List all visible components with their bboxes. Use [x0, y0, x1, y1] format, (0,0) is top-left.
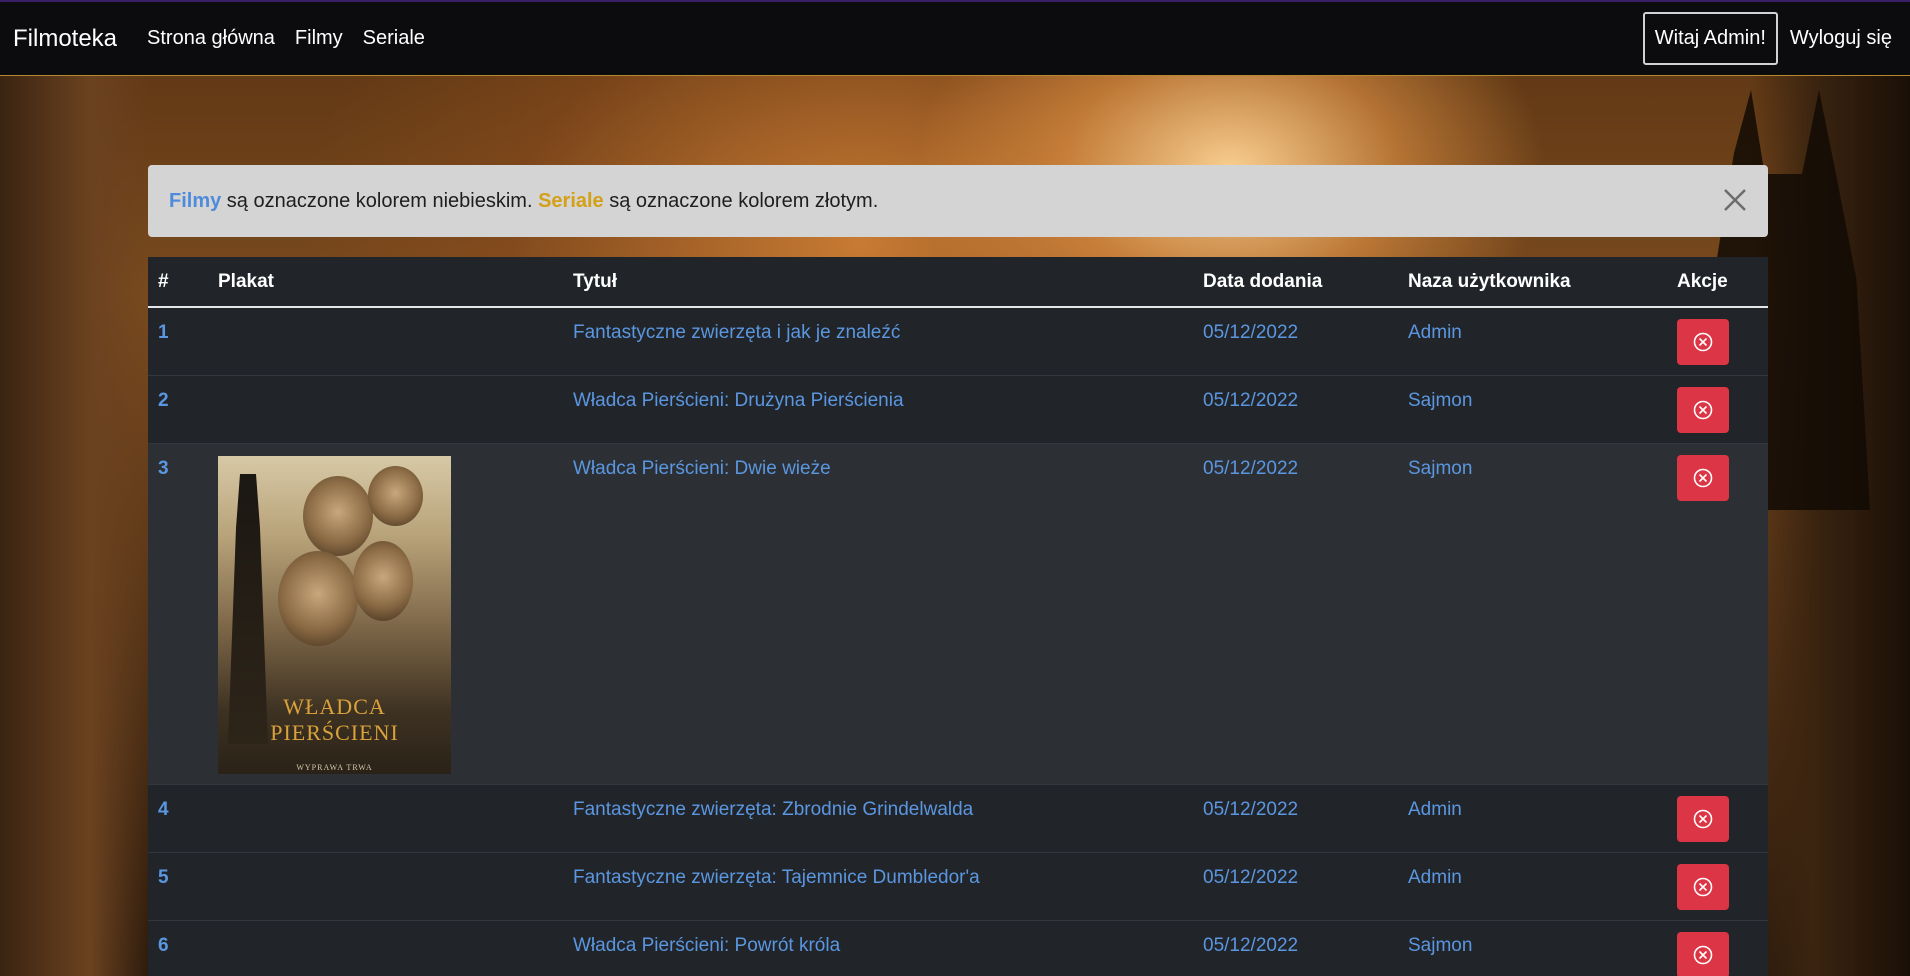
poster-figure	[368, 466, 423, 526]
table-row: 6 Władca Pierścieni: Powrót króla 05/12/…	[148, 920, 1768, 976]
nav-links: Strona główna Filmy Seriale	[147, 27, 425, 50]
header-title: Tytuł	[563, 257, 1193, 308]
alert-films-word: Filmy	[169, 189, 222, 212]
row-poster-empty	[208, 784, 563, 853]
nav-link-films[interactable]: Filmy	[295, 27, 343, 50]
row-user: Sajmon	[1398, 375, 1667, 444]
background-left-shade	[0, 76, 150, 976]
delete-button[interactable]	[1677, 455, 1729, 501]
row-user: Admin	[1398, 852, 1667, 921]
row-date: 05/12/2022	[1193, 784, 1398, 853]
delete-button[interactable]	[1677, 319, 1729, 365]
row-user: Sajmon	[1398, 443, 1667, 785]
row-actions	[1667, 443, 1768, 785]
alert-message: Filmy są oznaczone kolorem niebieskim. S…	[169, 190, 878, 213]
poster-figure	[353, 541, 413, 621]
table-row: 2 Władca Pierścieni: Drużyna Pierścienia…	[148, 375, 1768, 444]
titles-table: # Plakat Tytuł Data dodania Naza użytkow…	[148, 257, 1768, 976]
poster-figure	[278, 551, 358, 646]
table-row: 1 Fantastyczne zwierzęta i jak je znaleź…	[148, 306, 1768, 376]
delete-button[interactable]	[1677, 932, 1729, 976]
row-title-link[interactable]: Fantastyczne zwierzęta: Tajemnice Dumble…	[563, 852, 1193, 921]
header-poster: Plakat	[208, 257, 563, 308]
row-poster-empty	[208, 306, 563, 376]
header-number: #	[148, 257, 208, 308]
row-date: 05/12/2022	[1193, 375, 1398, 444]
row-title-link[interactable]: Fantastyczne zwierzęta i jak je znaleźć	[563, 306, 1193, 376]
x-circle-icon	[1693, 877, 1713, 897]
row-date: 05/12/2022	[1193, 443, 1398, 785]
row-poster-empty	[208, 920, 563, 976]
close-icon[interactable]	[1720, 185, 1750, 215]
row-number: 2	[148, 375, 208, 444]
row-number: 1	[148, 306, 208, 376]
delete-button[interactable]	[1677, 796, 1729, 842]
row-date: 05/12/2022	[1193, 852, 1398, 921]
header-actions: Akcje	[1667, 257, 1768, 308]
table-row: 4 Fantastyczne zwierzęta: Zbrodnie Grind…	[148, 784, 1768, 853]
row-actions	[1667, 852, 1768, 921]
header-user: Naza użytkownika	[1398, 257, 1667, 308]
brand-link[interactable]: Filmoteka	[13, 25, 117, 53]
poster-title-text: WŁADCA PIERŚCIENI	[270, 694, 399, 745]
info-alert: Filmy są oznaczone kolorem niebieskim. S…	[148, 165, 1768, 237]
nav-link-home[interactable]: Strona główna	[147, 27, 275, 50]
row-title-link[interactable]: Władca Pierścieni: Powrót króla	[563, 920, 1193, 976]
row-actions	[1667, 920, 1768, 976]
row-poster-empty	[208, 375, 563, 444]
row-number: 4	[148, 784, 208, 853]
welcome-badge[interactable]: Witaj Admin!	[1642, 12, 1778, 65]
table-row: 5 Fantastyczne zwierzęta: Tajemnice Dumb…	[148, 852, 1768, 921]
row-actions	[1667, 375, 1768, 444]
x-circle-icon	[1693, 468, 1713, 488]
row-date: 05/12/2022	[1193, 306, 1398, 376]
alert-series-word: Seriale	[538, 189, 604, 212]
alert-series-text: są oznaczone kolorem złotym.	[603, 189, 879, 212]
row-title-link[interactable]: Władca Pierścieni: Dwie wieże	[563, 443, 1193, 785]
row-user: Sajmon	[1398, 920, 1667, 976]
x-circle-icon	[1693, 332, 1713, 352]
row-actions	[1667, 784, 1768, 853]
delete-button[interactable]	[1677, 864, 1729, 910]
poster-figure	[303, 476, 373, 556]
row-poster: WŁADCA PIERŚCIENI WYPRAWA TRWA	[208, 443, 563, 785]
row-user: Admin	[1398, 784, 1667, 853]
row-number: 3	[148, 443, 208, 785]
row-number: 6	[148, 920, 208, 976]
alert-films-text: są oznaczone kolorem niebieskim.	[221, 189, 539, 212]
navbar: Filmoteka Strona główna Filmy Seriale Wi…	[0, 0, 1910, 76]
x-circle-icon	[1693, 400, 1713, 420]
row-user: Admin	[1398, 306, 1667, 376]
table-header-row: # Plakat Tytuł Data dodania Naza użytkow…	[148, 257, 1768, 308]
nav-user-area: Witaj Admin! Wyloguj się	[1642, 12, 1892, 65]
row-title-link[interactable]: Władca Pierścieni: Drużyna Pierścienia	[563, 375, 1193, 444]
delete-button[interactable]	[1677, 387, 1729, 433]
row-title-link[interactable]: Fantastyczne zwierzęta: Zbrodnie Grindel…	[563, 784, 1193, 853]
poster-image[interactable]: WŁADCA PIERŚCIENI WYPRAWA TRWA	[218, 456, 451, 774]
table-row: 3 WŁADCA PIERŚCIENI WYPRAWA TRWA Władca …	[148, 443, 1768, 785]
logout-link[interactable]: Wyloguj się	[1790, 27, 1892, 50]
row-number: 5	[148, 852, 208, 921]
x-circle-icon	[1693, 809, 1713, 829]
nav-link-series[interactable]: Seriale	[363, 27, 425, 50]
row-actions	[1667, 306, 1768, 376]
row-poster-empty	[208, 852, 563, 921]
poster-subtitle-text: WYPRAWA TRWA	[296, 763, 373, 772]
x-circle-icon	[1693, 945, 1713, 965]
header-date: Data dodania	[1193, 257, 1398, 308]
row-date: 05/12/2022	[1193, 920, 1398, 976]
